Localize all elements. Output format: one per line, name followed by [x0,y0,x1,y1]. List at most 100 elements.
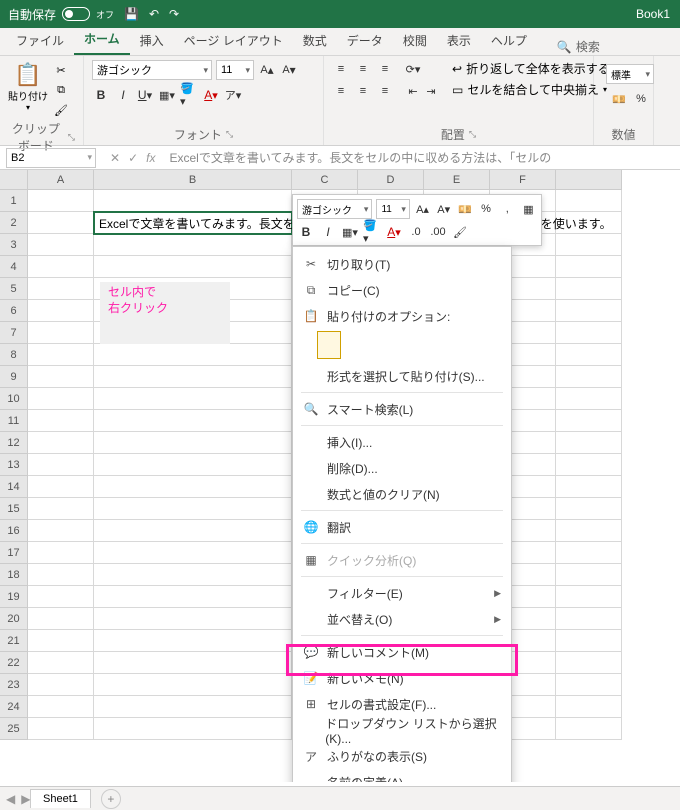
col-head-c[interactable]: C [292,170,358,190]
currency-icon[interactable]: 💴 [610,90,628,108]
mt-fill-icon[interactable]: 🪣▾ [363,223,381,241]
increase-indent-icon[interactable]: ⇥ [422,82,440,100]
add-sheet-button[interactable]: + [101,789,121,809]
save-icon[interactable]: 💾 [124,7,139,21]
percent-icon[interactable]: % [632,90,650,108]
row-head[interactable]: 25 [0,718,28,740]
tab-formulas[interactable]: 数式 [293,26,337,55]
dialog-launcher-icon[interactable]: ⤡ [68,132,75,143]
mt-increase-font-icon[interactable]: A▴ [414,200,431,218]
toggle-switch[interactable] [62,7,90,21]
menu-cut[interactable]: ✂切り取り(T) [293,251,511,277]
menu-define-name[interactable]: 名前の定義(A)... [293,769,511,782]
search-box[interactable]: 🔍 検索 [557,38,600,55]
row-head[interactable]: 11 [0,410,28,432]
mt-cells-icon[interactable]: ▦ [520,200,537,218]
autosave-toggle[interactable]: 自動保存 オフ [8,6,114,23]
sheet-nav-next-icon[interactable]: ▶ [21,792,30,806]
dialog-launcher-icon[interactable]: ⤡ [469,129,476,140]
menu-new-comment[interactable]: 💬新しいコメント(M) [293,639,511,665]
menu-filter[interactable]: フィルター(E)▶ [293,580,511,606]
row-head[interactable]: 8 [0,344,28,366]
menu-smart-lookup[interactable]: 🔍スマート検索(L) [293,396,511,422]
mt-dec-decimal-icon[interactable]: .0 [407,223,425,241]
align-bottom-icon[interactable]: ≡ [376,60,394,78]
mt-comma-icon[interactable]: , [499,200,516,218]
row-head[interactable]: 5 [0,278,28,300]
underline-icon[interactable]: U▾ [136,86,154,104]
menu-translate[interactable]: 🌐翻訳 [293,514,511,540]
undo-icon[interactable]: ↶ [149,7,159,21]
row-head[interactable]: 20 [0,608,28,630]
dialog-launcher-icon[interactable]: ⤡ [226,129,233,140]
tab-home[interactable]: ホーム [74,24,130,55]
format-painter-icon[interactable]: 🖌 [52,102,70,118]
align-center-icon[interactable]: ≡ [354,82,372,100]
tab-pagelayout[interactable]: ページ レイアウト [174,26,293,55]
row-head[interactable]: 1 [0,190,28,212]
align-left-icon[interactable]: ≡ [332,82,350,100]
phonetic-icon[interactable]: ア▾ [224,86,242,104]
increase-font-icon[interactable]: A▴ [258,61,276,79]
fill-color-icon[interactable]: 🪣▾ [180,86,198,104]
select-all-corner[interactable] [0,170,28,190]
row-head[interactable]: 22 [0,652,28,674]
font-name-select[interactable]: 游ゴシック [92,60,212,80]
col-head-e[interactable]: E [424,170,490,190]
font-size-select[interactable]: 11 [216,60,254,80]
row-head[interactable]: 15 [0,498,28,520]
fx-icon[interactable]: fx [146,151,155,165]
row-head[interactable]: 10 [0,388,28,410]
menu-copy[interactable]: ⧉コピー(C) [293,277,511,303]
align-right-icon[interactable]: ≡ [376,82,394,100]
redo-icon[interactable]: ↷ [169,7,179,21]
formula-bar[interactable]: Excelで文章を書いてみます。長文をセルの中に収める方法は、「セルの [163,149,680,166]
menu-paste-special[interactable]: 形式を選択して貼り付け(S)... [293,363,511,389]
align-top-icon[interactable]: ≡ [332,60,350,78]
row-head[interactable]: 24 [0,696,28,718]
menu-furigana[interactable]: アふりがなの表示(S) [293,743,511,769]
enter-icon[interactable]: ✓ [128,151,138,165]
mt-format-painter-icon[interactable]: 🖌 [451,223,469,241]
decrease-indent-icon[interactable]: ⇤ [404,82,422,100]
col-head-f[interactable]: F [490,170,556,190]
mt-percent-icon[interactable]: % [477,200,494,218]
col-head-g[interactable] [556,170,622,190]
row-head[interactable]: 21 [0,630,28,652]
align-middle-icon[interactable]: ≡ [354,60,372,78]
col-head-b[interactable]: B [94,170,292,190]
row-head[interactable]: 4 [0,256,28,278]
border-icon[interactable]: ▦▾ [158,86,176,104]
decrease-font-icon[interactable]: A▾ [280,61,298,79]
row-head[interactable]: 2 [0,212,28,234]
cut-icon[interactable]: ✂ [52,62,70,78]
row-head[interactable]: 3 [0,234,28,256]
tab-help[interactable]: ヘルプ [481,26,537,55]
row-head[interactable]: 18 [0,564,28,586]
mt-bold-icon[interactable]: B [297,223,315,241]
row-head[interactable]: 13 [0,454,28,476]
cancel-icon[interactable]: ✕ [110,151,120,165]
row-head[interactable]: 12 [0,432,28,454]
row-head[interactable]: 16 [0,520,28,542]
menu-insert[interactable]: 挿入(I)... [293,429,511,455]
row-head[interactable]: 6 [0,300,28,322]
copy-icon[interactable]: ⧉ [52,82,70,98]
merge-center-button[interactable]: ▭セルを結合して中央揃え▾ [452,81,610,98]
italic-icon[interactable]: I [114,86,132,104]
tab-review[interactable]: 校閲 [393,26,437,55]
menu-format-cells[interactable]: ⊞セルの書式設定(F)... [293,691,511,717]
paste-option-button[interactable] [317,331,341,359]
font-color-icon[interactable]: A▾ [202,86,220,104]
paste-button[interactable]: 📋 貼り付け ▾ [8,60,48,112]
wrap-text-button[interactable]: ↩折り返して全体を表示する [452,60,610,77]
mt-fontcolor-icon[interactable]: A▾ [385,223,403,241]
row-head[interactable]: 14 [0,476,28,498]
row-head[interactable]: 9 [0,366,28,388]
mt-currency-icon[interactable]: 💴 [456,200,473,218]
sheet-nav-prev-icon[interactable]: ◀ [6,792,15,806]
orientation-icon[interactable]: ⟳▾ [404,60,422,78]
col-head-d[interactable]: D [358,170,424,190]
row-head[interactable]: 7 [0,322,28,344]
number-format-select[interactable]: 標準 [606,64,654,84]
